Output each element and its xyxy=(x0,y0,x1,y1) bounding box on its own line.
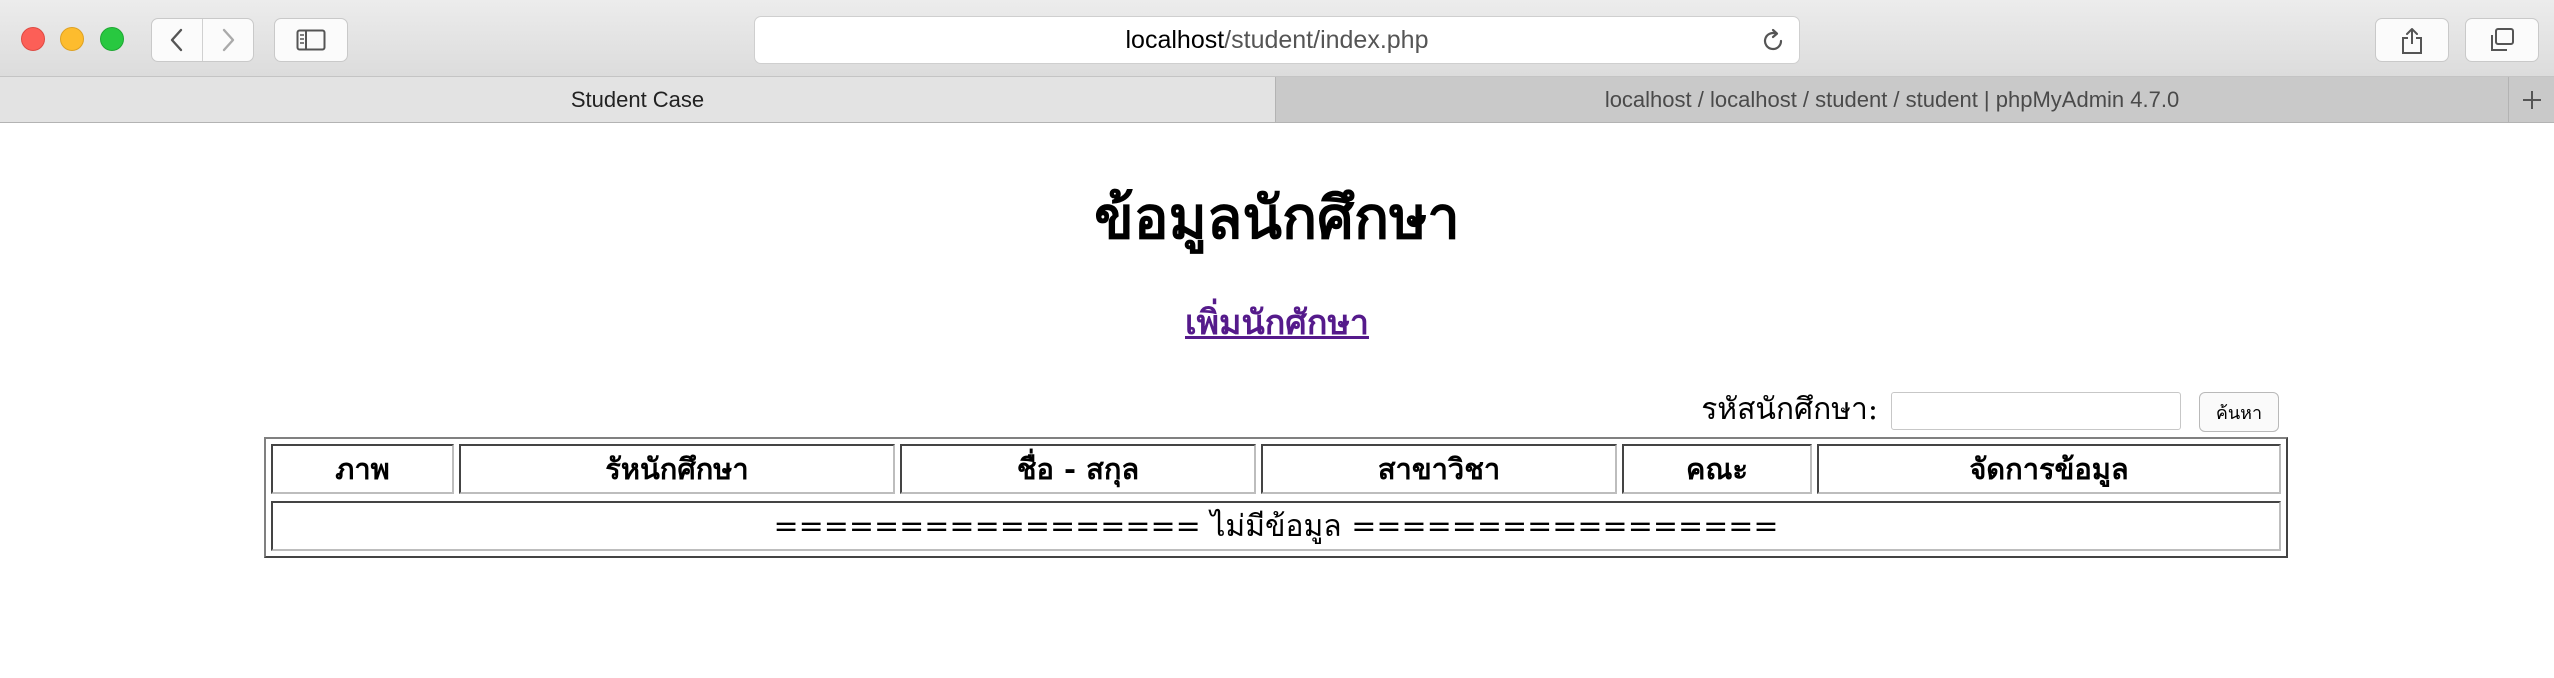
header-student-id: รัหนักศึกษา xyxy=(459,444,895,494)
sidebar-button[interactable] xyxy=(274,18,348,62)
forward-button[interactable] xyxy=(202,19,253,61)
tabs-overview-button[interactable] xyxy=(2465,18,2539,62)
no-data-message: ================= ไม่มีข้อมูล ==========… xyxy=(271,501,2281,551)
tabs-overview-icon xyxy=(2491,28,2514,51)
share-icon xyxy=(2402,28,2422,54)
tab-bar: Student Case localhost / localhost / stu… xyxy=(0,77,2554,123)
header-manage: จัดการข้อมูล xyxy=(1817,444,2281,494)
student-table: ภาพ รัหนักศึกษา ชื่อ - สกุล สาขาวิชา คณะ… xyxy=(264,437,2288,558)
back-button[interactable] xyxy=(152,19,202,61)
close-window-button[interactable] xyxy=(21,27,45,51)
tab-phpmyadmin[interactable]: localhost / localhost / student / studen… xyxy=(1276,77,2508,122)
header-photo: ภาพ xyxy=(271,444,454,494)
reload-icon[interactable] xyxy=(1759,27,1787,55)
chevron-left-icon xyxy=(170,28,183,52)
header-faculty: คณะ xyxy=(1622,444,1812,494)
browser-toolbar: localhost/student/index.php xyxy=(0,0,2554,77)
zoom-window-button[interactable] xyxy=(100,27,124,51)
search-button[interactable]: ค้นหา xyxy=(2199,392,2279,432)
chevron-right-icon xyxy=(222,28,235,52)
page-title: ข้อมูลนักศึกษา xyxy=(1094,184,1460,252)
student-id-label: รหัสนักศึกษา: xyxy=(1701,392,1878,427)
url-host: localhost xyxy=(1125,25,1225,54)
tab-student-case[interactable]: Student Case xyxy=(0,77,1276,122)
new-tab-button[interactable] xyxy=(2508,77,2554,122)
sidebar-icon xyxy=(296,29,326,51)
add-student-link[interactable]: เพิ่มนักศักษา xyxy=(0,298,2554,348)
url-path: /student/index.php xyxy=(1224,25,1429,54)
navigation-buttons xyxy=(151,18,254,62)
header-major: สาขาวิชา xyxy=(1261,444,1617,494)
share-button[interactable] xyxy=(2375,18,2449,62)
minimize-window-button[interactable] xyxy=(60,27,84,51)
address-text: localhost/student/index.php xyxy=(755,17,1799,63)
header-full-name: ชื่อ - สกุล xyxy=(900,444,1256,494)
address-bar[interactable]: localhost/student/index.php xyxy=(754,16,1800,64)
plus-icon xyxy=(2522,90,2541,109)
student-id-search-input[interactable] xyxy=(1891,392,2181,430)
